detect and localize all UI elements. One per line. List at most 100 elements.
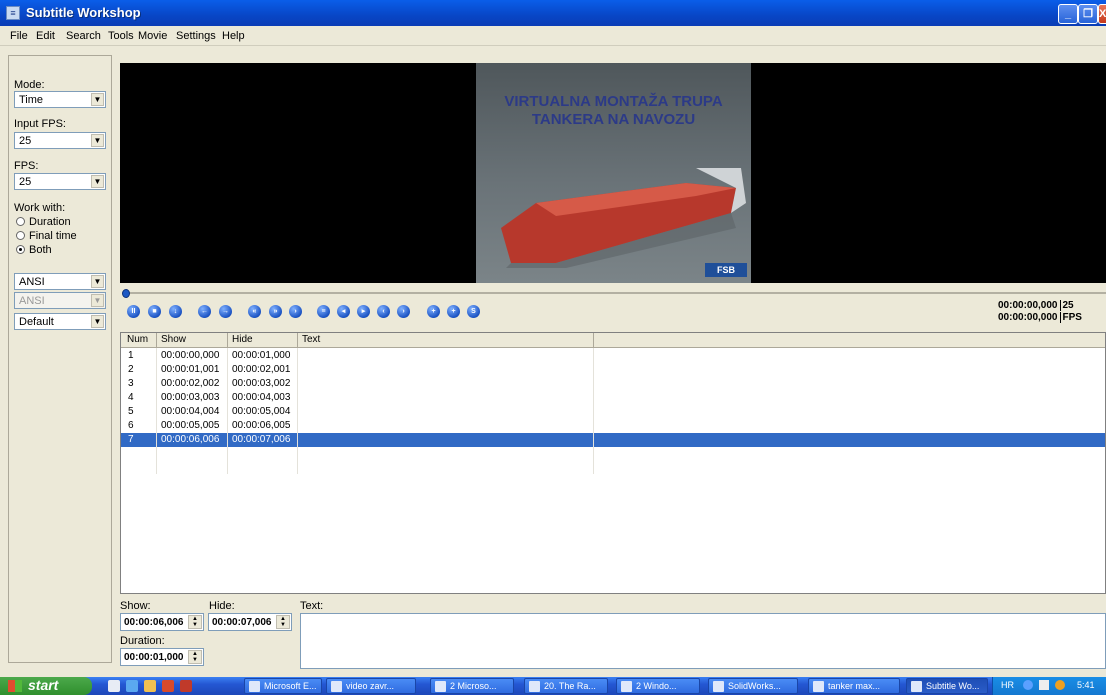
chevron-down-icon[interactable]: ▼ — [91, 134, 104, 147]
fps-value: 25 — [19, 176, 32, 188]
task-word[interactable]: 2 Microso... — [430, 678, 514, 694]
subtitle-text-input[interactable] — [300, 613, 1106, 669]
hide-time-input[interactable]: 00:00:07,006 ▲ ▼ — [208, 613, 292, 631]
minimize-button[interactable]: _ — [1058, 4, 1078, 24]
language-indicator[interactable]: HR — [1001, 680, 1014, 690]
menu-search[interactable]: Search — [66, 30, 101, 42]
input-fps-select[interactable]: 25 ▼ — [14, 132, 106, 149]
duration-input[interactable]: 00:00:01,000 ▲ ▼ — [120, 648, 204, 666]
task-label: tanker max... — [828, 681, 881, 691]
row-hide: 00:00:03,002 — [232, 378, 291, 389]
set-end-icon[interactable]: ▸ — [357, 305, 370, 318]
fast-forward-icon[interactable]: » — [269, 305, 282, 318]
task-media[interactable]: 20. The Ra... — [524, 678, 608, 694]
browser-icon[interactable] — [126, 680, 138, 692]
fps-select[interactable]: 25 ▼ — [14, 173, 106, 190]
spin-icon[interactable]: ▲ ▼ — [188, 650, 202, 664]
fps-label: FPS: — [14, 160, 39, 172]
duration-time: 00:00:00,000 — [998, 312, 1058, 323]
header-text[interactable]: Text — [302, 334, 320, 345]
row-num: 5 — [128, 406, 134, 417]
back-icon[interactable]: ← — [198, 305, 211, 318]
prev-subtitle-icon[interactable]: ‹ — [377, 305, 390, 318]
video-preview[interactable]: VIRTUALNA MONTAŽA TRUPA TANKERA NA NAVOZ… — [120, 63, 1106, 283]
header-num[interactable]: Num — [127, 334, 148, 345]
close-button[interactable]: X — [1098, 4, 1106, 24]
task-solidworks[interactable]: SolidWorks... — [708, 678, 798, 694]
video-title-line1: VIRTUALNA MONTAŽA TRUPA — [504, 93, 723, 110]
pause-icon[interactable]: II — [127, 305, 140, 318]
start-button[interactable]: start — [0, 677, 92, 695]
subtitle-icon[interactable]: S — [467, 305, 480, 318]
add-icon[interactable]: + — [447, 305, 460, 318]
forward-icon[interactable]: → — [219, 305, 232, 318]
header-hide[interactable]: Hide — [232, 334, 253, 345]
task-video[interactable]: video zavr... — [326, 678, 416, 694]
down-icon[interactable]: ↓ — [169, 305, 182, 318]
table-row[interactable]: 3 00:00:02,002 00:00:03,002 — [121, 377, 1105, 391]
step-icon[interactable]: › — [289, 305, 302, 318]
table-row[interactable]: 5 00:00:04,004 00:00:05,004 — [121, 405, 1105, 419]
radio-duration[interactable]: Duration — [16, 216, 71, 228]
show-time-input[interactable]: 00:00:06,006 ▲ ▼ — [120, 613, 204, 631]
row-num: 6 — [128, 420, 134, 431]
row-num: 1 — [128, 350, 134, 361]
quick-launch-icon[interactable] — [162, 680, 174, 692]
charset-select[interactable]: ANSI ▼ — [14, 273, 106, 290]
quick-launch-icon[interactable] — [108, 680, 120, 692]
rewind-icon[interactable]: « — [248, 305, 261, 318]
show-label: Show: — [120, 600, 151, 612]
menu-tools[interactable]: Tools — [108, 30, 134, 42]
task-explorer[interactable]: 2 Windo... — [616, 678, 700, 694]
quick-launch-icon[interactable] — [144, 680, 156, 692]
stop-icon[interactable]: ■ — [148, 305, 161, 318]
subtitle-table[interactable]: Num Show Hide Text 1 00:00:00,000 00:00:… — [120, 332, 1106, 594]
spin-icon[interactable]: ▲ ▼ — [276, 615, 290, 629]
input-fps-value: 25 — [19, 135, 32, 147]
mode-select[interactable]: Time ▼ — [14, 91, 106, 108]
seek-thumb[interactable] — [122, 289, 130, 298]
solidworks-icon[interactable] — [180, 680, 192, 692]
table-row[interactable]: 2 00:00:01,001 00:00:02,001 — [121, 363, 1105, 377]
windows-logo-icon — [8, 680, 22, 692]
format-select[interactable]: Default ▼ — [14, 313, 106, 330]
radio-final-time[interactable]: Final time — [16, 230, 77, 242]
list-icon[interactable]: ≡ — [317, 305, 330, 318]
chevron-down-icon[interactable]: ▼ — [91, 275, 104, 288]
radio-both[interactable]: Both — [16, 244, 52, 256]
table-row[interactable]: 1 00:00:00,000 00:00:01,000 — [121, 349, 1105, 363]
row-num: 7 — [128, 434, 134, 445]
spin-icon[interactable]: ▲ ▼ — [188, 615, 202, 629]
menu-movie[interactable]: Movie — [138, 30, 167, 42]
next-subtitle-icon[interactable]: › — [397, 305, 410, 318]
row-show: 00:00:01,001 — [161, 364, 220, 375]
tray-icon[interactable] — [1039, 680, 1049, 690]
seek-slider[interactable] — [122, 289, 1106, 298]
radio-both-label: Both — [29, 244, 52, 256]
task-excel[interactable]: Microsoft E... — [244, 678, 322, 694]
task-label: 20. The Ra... — [544, 681, 596, 691]
menu-file[interactable]: File — [10, 30, 28, 42]
chevron-down-icon[interactable]: ▼ — [91, 93, 104, 106]
menu-help[interactable]: Help — [222, 30, 245, 42]
chevron-down-icon[interactable]: ▼ — [91, 175, 104, 188]
restore-button[interactable]: ❐ — [1078, 4, 1098, 24]
window-title: Subtitle Workshop — [26, 5, 141, 20]
tray-icon[interactable] — [1055, 680, 1065, 690]
task-tanker[interactable]: tanker max... — [808, 678, 900, 694]
task-label: 2 Microso... — [450, 681, 497, 691]
network-icon[interactable] — [1023, 680, 1033, 690]
menu-edit[interactable]: Edit — [36, 30, 55, 42]
row-num: 2 — [128, 364, 134, 375]
task-subtitle-workshop[interactable]: Subtitle Wo... — [906, 678, 988, 694]
table-row[interactable]: 6 00:00:05,005 00:00:06,005 — [121, 419, 1105, 433]
task-label: 2 Windo... — [636, 681, 677, 691]
table-row[interactable]: 4 00:00:03,003 00:00:04,003 — [121, 391, 1105, 405]
chevron-down-icon[interactable]: ▼ — [91, 315, 104, 328]
set-start-icon[interactable]: ◂ — [337, 305, 350, 318]
menu-settings[interactable]: Settings — [176, 30, 216, 42]
header-show[interactable]: Show — [161, 334, 186, 345]
taskbar: start Microsoft E... video zavr... 2 Mic… — [0, 677, 1106, 695]
insert-icon[interactable]: + — [427, 305, 440, 318]
table-row-selected[interactable]: 7 00:00:06,006 00:00:07,006 — [121, 433, 1105, 447]
